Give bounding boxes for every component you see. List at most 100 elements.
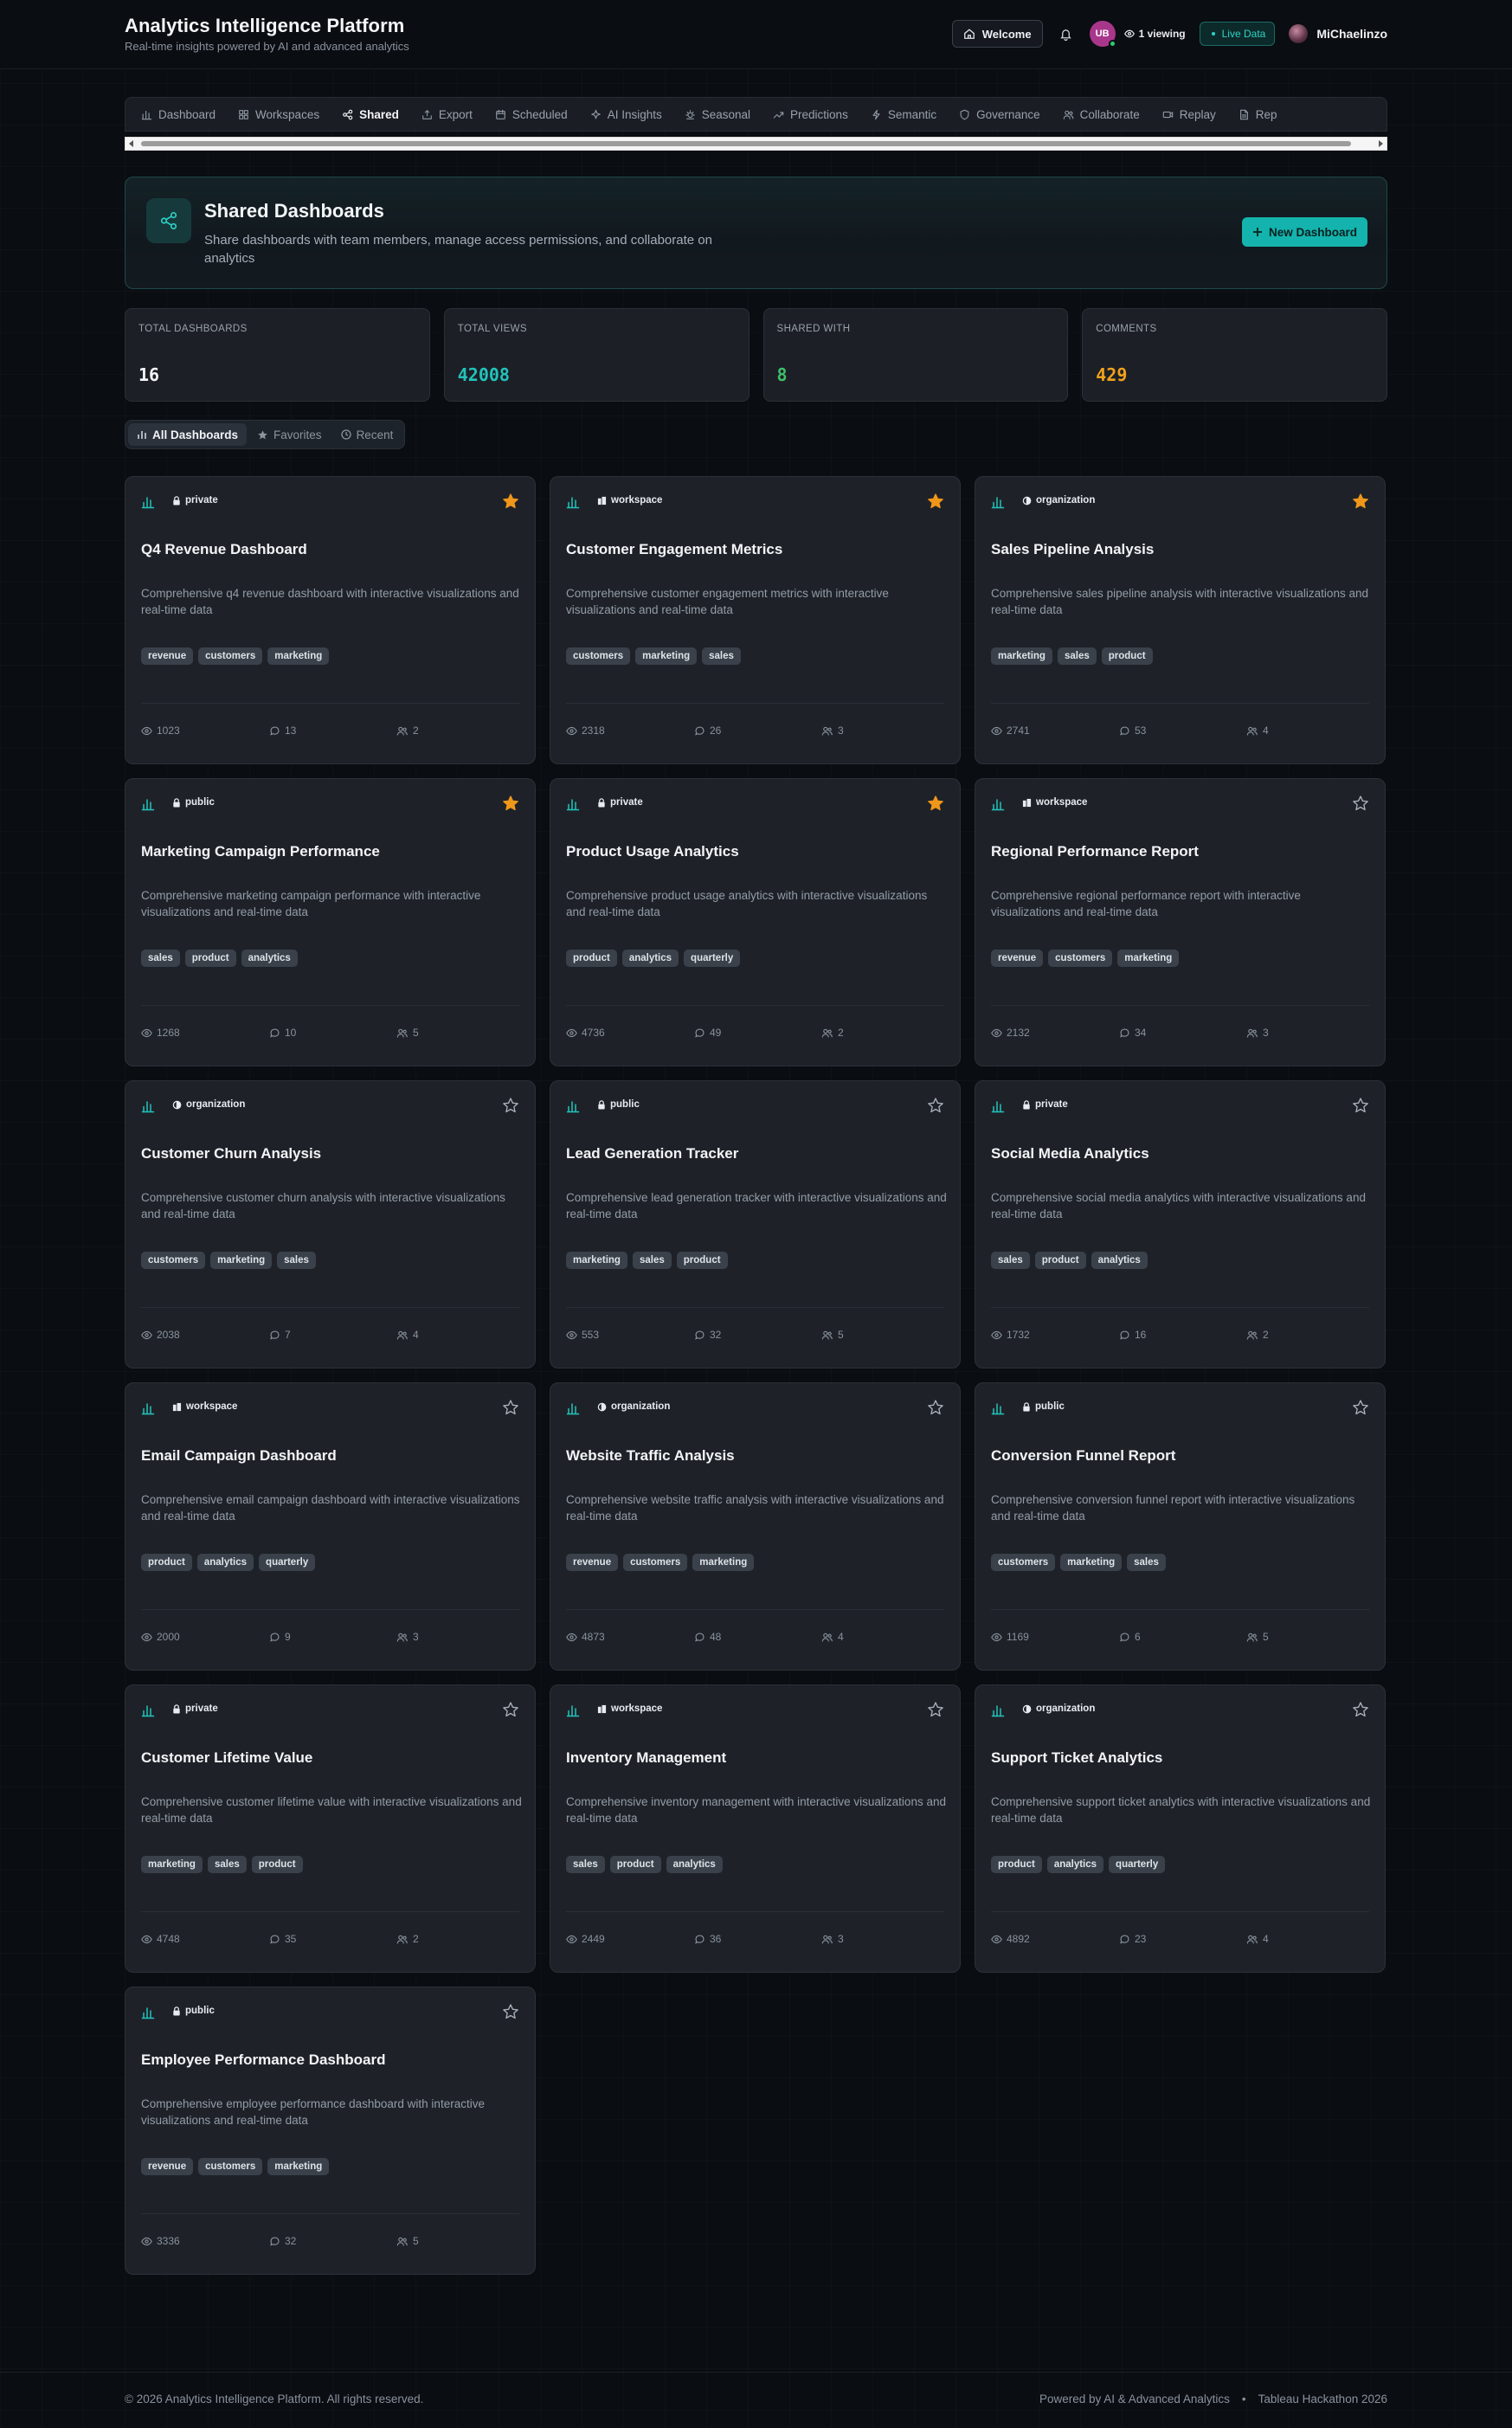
tag-chip[interactable]: sales	[141, 950, 180, 967]
dashboard-card[interactable]: private Q4 Revenue Dashboard Comprehensive…	[125, 476, 536, 764]
dashboard-title[interactable]: Product Usage Analytics	[566, 843, 739, 860]
dashboard-title[interactable]: Inventory Management	[566, 1749, 726, 1767]
tag-chip[interactable]: revenue	[566, 1554, 619, 1571]
dashboard-title[interactable]: Regional Performance Report	[991, 843, 1199, 860]
dashboard-card[interactable]: organization Support Ticket Analytics Comp…	[975, 1684, 1386, 1973]
tab-workspaces[interactable]: Workspaces	[238, 98, 331, 131]
avatar[interactable]: UB	[1089, 21, 1116, 48]
tag-chip[interactable]: product	[991, 1856, 1042, 1873]
favorite-star-icon[interactable]	[502, 2003, 519, 2020]
dashboard-card[interactable]: organization Customer Churn Analysis Compr…	[125, 1080, 536, 1369]
tag-chip[interactable]: customers	[198, 647, 263, 665]
tag-chip[interactable]: revenue	[991, 950, 1044, 967]
favorite-star-icon[interactable]	[1352, 1097, 1369, 1114]
tag-chip[interactable]: product	[676, 1252, 728, 1269]
dashboard-card[interactable]: private Product Usage Analytics Comprehens…	[550, 778, 961, 1066]
favorite-star-icon[interactable]	[1352, 493, 1369, 510]
dashboard-card[interactable]: organization Website Traffic Analysis Comp…	[550, 1382, 961, 1671]
tag-chip[interactable]: product	[251, 1856, 303, 1873]
live-data-badge[interactable]: Live Data	[1199, 22, 1276, 46]
tag-chip[interactable]: analytics	[196, 1554, 254, 1571]
tag-chip[interactable]: sales	[991, 1252, 1030, 1269]
tab-ai-insights[interactable]: AI Insights	[590, 98, 674, 131]
tag-chip[interactable]: sales	[632, 1252, 672, 1269]
tag-chip[interactable]: product	[566, 950, 617, 967]
tag-chip[interactable]: quarterly	[684, 950, 741, 967]
tag-chip[interactable]: analytics	[666, 1856, 723, 1873]
new-dashboard-button[interactable]: New Dashboard	[1241, 217, 1367, 247]
tab-replay[interactable]: Replay	[1162, 98, 1228, 131]
dashboard-card[interactable]: workspace Customer Engagement Metrics Comp…	[550, 476, 961, 764]
dashboard-card[interactable]: workspace Regional Performance Report Comp…	[975, 778, 1386, 1066]
favorite-star-icon[interactable]	[927, 795, 944, 812]
tag-chip[interactable]: quarterly	[1109, 1856, 1166, 1873]
tag-chip[interactable]: revenue	[141, 647, 194, 665]
tag-chip[interactable]: product	[1101, 647, 1153, 665]
welcome-button[interactable]: Welcome	[951, 20, 1043, 48]
dashboard-card[interactable]: public Marketing Campaign Performance Comp…	[125, 778, 536, 1066]
favorite-star-icon[interactable]	[927, 493, 944, 510]
favorite-star-icon[interactable]	[502, 1097, 519, 1114]
tag-chip[interactable]: customers	[198, 2158, 263, 2175]
tab-shared[interactable]: Shared	[342, 98, 411, 131]
dashboard-title[interactable]: Sales Pipeline Analysis	[991, 541, 1154, 558]
tab-predictions[interactable]: Predictions	[773, 98, 860, 131]
tab-governance[interactable]: Governance	[959, 98, 1052, 131]
tag-chip[interactable]: marketing	[267, 647, 330, 665]
scroll-left-arrow-icon[interactable]	[128, 140, 135, 147]
favorite-star-icon[interactable]	[502, 1399, 519, 1416]
tag-chip[interactable]: revenue	[141, 2158, 194, 2175]
tab-scheduled[interactable]: Scheduled	[495, 98, 580, 131]
tag-chip[interactable]: sales	[702, 647, 741, 665]
tab-collaborate[interactable]: Collaborate	[1063, 98, 1152, 131]
favorite-star-icon[interactable]	[502, 1701, 519, 1718]
favorite-star-icon[interactable]	[1352, 1701, 1369, 1718]
favorite-star-icon[interactable]	[502, 795, 519, 812]
dashboard-title[interactable]: Customer Lifetime Value	[141, 1749, 312, 1767]
tag-chip[interactable]: customers	[623, 1554, 688, 1571]
tab-export[interactable]: Export	[421, 98, 485, 131]
tag-chip[interactable]: product	[1034, 1252, 1086, 1269]
tag-chip[interactable]: sales	[1127, 1554, 1166, 1571]
tag-chip[interactable]: marketing	[991, 647, 1052, 665]
nav-scrollbar[interactable]	[125, 137, 1387, 151]
dashboard-card[interactable]: private Customer Lifetime Value Comprehens…	[125, 1684, 536, 1973]
dashboard-title[interactable]: Lead Generation Tracker	[566, 1145, 738, 1162]
tag-chip[interactable]: customers	[991, 1554, 1056, 1571]
tag-chip[interactable]: customers	[141, 1252, 206, 1269]
dashboard-card[interactable]: private Social Media Analytics Comprehensi…	[975, 1080, 1386, 1369]
dashboard-title[interactable]: Q4 Revenue Dashboard	[141, 541, 307, 558]
filter-recent[interactable]: Recent	[332, 423, 402, 446]
dashboard-card[interactable]: workspace Email Campaign Dashboard Compreh…	[125, 1382, 536, 1671]
tag-chip[interactable]: sales	[207, 1856, 247, 1873]
tag-chip[interactable]: sales	[566, 1856, 605, 1873]
tag-chip[interactable]: sales	[277, 1252, 316, 1269]
tag-chip[interactable]: customers	[1048, 950, 1113, 967]
tag-chip[interactable]: marketing	[210, 1252, 273, 1269]
favorite-star-icon[interactable]	[1352, 1399, 1369, 1416]
tag-chip[interactable]: marketing	[635, 647, 698, 665]
tag-chip[interactable]: marketing	[141, 1856, 203, 1873]
tag-chip[interactable]: marketing	[1117, 950, 1180, 967]
dashboard-card[interactable]: public Lead Generation Tracker Comprehensi…	[550, 1080, 961, 1369]
tag-chip[interactable]: marketing	[1060, 1554, 1123, 1571]
tag-chip[interactable]: product	[141, 1554, 192, 1571]
tag-chip[interactable]: product	[609, 1856, 661, 1873]
tab-rep[interactable]: Rep	[1239, 98, 1290, 131]
dashboard-title[interactable]: Email Campaign Dashboard	[141, 1447, 337, 1465]
tag-chip[interactable]: sales	[1057, 647, 1097, 665]
tag-chip[interactable]: marketing	[566, 1252, 627, 1269]
tag-chip[interactable]: analytics	[1091, 1252, 1148, 1269]
filter-favorites[interactable]: Favorites	[248, 423, 331, 446]
dashboard-title[interactable]: Conversion Funnel Report	[991, 1447, 1175, 1465]
tag-chip[interactable]: analytics	[621, 950, 679, 967]
favorite-star-icon[interactable]	[927, 1399, 944, 1416]
favorite-star-icon[interactable]	[927, 1701, 944, 1718]
tab-seasonal[interactable]: Seasonal	[685, 98, 762, 131]
user-menu[interactable]: MiChaelinzo	[1289, 24, 1387, 43]
dashboard-card[interactable]: public Conversion Funnel Report Comprehens…	[975, 1382, 1386, 1671]
tag-chip[interactable]: product	[184, 950, 236, 967]
tag-chip[interactable]: customers	[566, 647, 631, 665]
filter-all-dashboards[interactable]: All Dashboards	[128, 423, 248, 446]
dashboard-title[interactable]: Website Traffic Analysis	[566, 1447, 735, 1465]
